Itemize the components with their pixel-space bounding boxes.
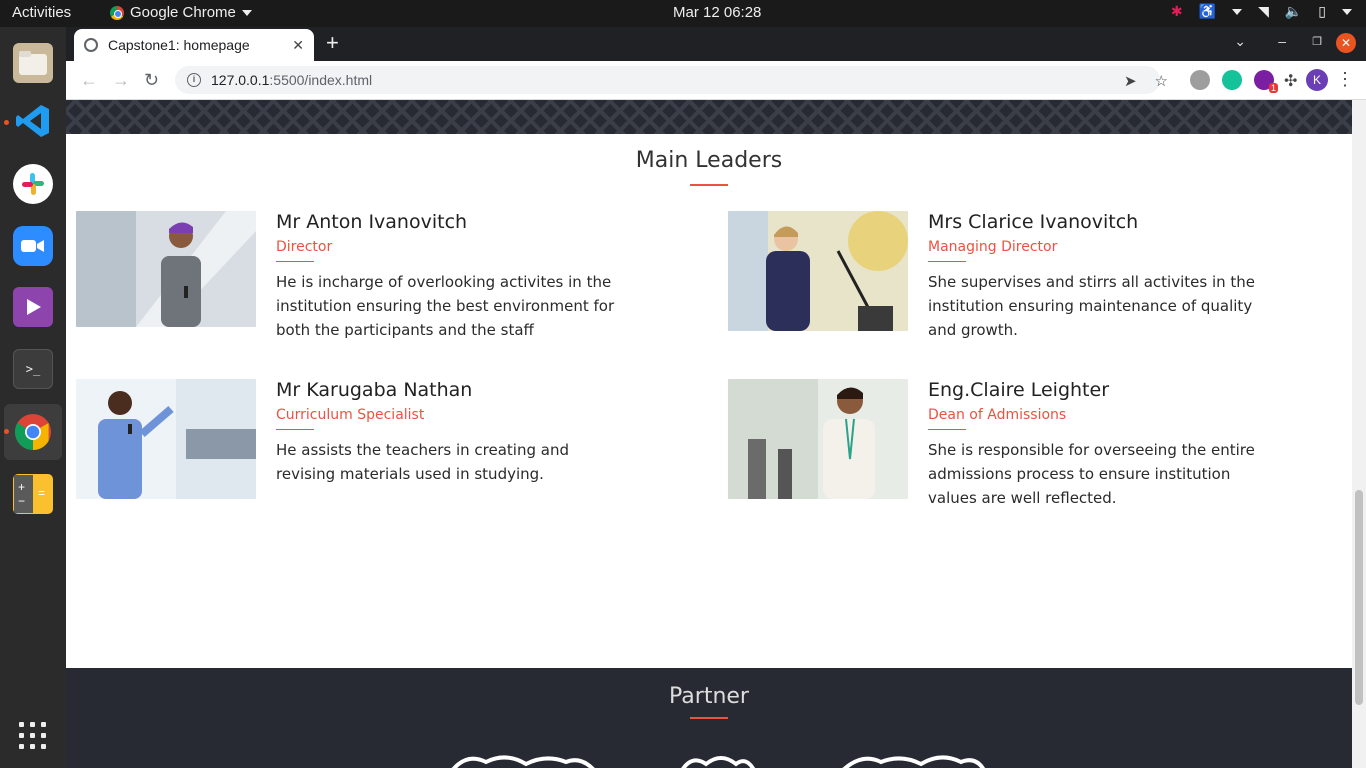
leader-role: Curriculum Specialist (276, 407, 425, 423)
chevron-down-icon[interactable] (1232, 8, 1243, 15)
chrome-icon (110, 5, 124, 20)
leader-bio: She is responsible for overseeing the en… (928, 441, 1255, 507)
app-menu[interactable]: Google Chrome (110, 4, 252, 21)
system-tray[interactable]: ✱ ♿ ◥ 🔈 ▯ (1171, 3, 1352, 20)
address-bar[interactable]: i 127.0.0.1:5500/index.html (175, 66, 1160, 94)
system-top-bar: Activities Google Chrome Mar 12 06:28 ✱ … (0, 0, 1366, 27)
leader-photo (728, 379, 908, 499)
info-icon[interactable]: i (187, 73, 201, 87)
leader-bio: He is incharge of overlooking activites … (276, 273, 615, 339)
page-scrollbar[interactable] (1352, 100, 1366, 768)
leader-name: Mrs Clarice Ivanovitch (928, 211, 1139, 233)
svg-text:−: − (18, 494, 25, 508)
accessibility-icon[interactable]: ♿ (1199, 3, 1216, 20)
tab-search-icon[interactable]: ⌄ (1234, 33, 1246, 50)
bookmark-star-icon[interactable]: ☆ (1155, 72, 1168, 90)
leader-role: Director (276, 239, 333, 255)
partner-section: Partner (66, 668, 1352, 768)
wifi-icon: ◥ (1258, 3, 1269, 19)
url-path: :5500/index.html (269, 72, 373, 88)
show-applications-icon[interactable] (19, 722, 47, 750)
title-underline (690, 184, 728, 186)
extension-gear-icon[interactable] (1190, 70, 1210, 90)
main-leaders-title: Main Leaders (635, 148, 783, 173)
slack-icon[interactable] (13, 164, 53, 204)
partner-logo (451, 755, 595, 768)
partner-title: Partner (669, 684, 749, 709)
title-underline (690, 717, 728, 719)
back-button[interactable]: ← (80, 70, 98, 91)
slack-tray-icon[interactable]: ✱ (1171, 3, 1183, 20)
leader-card: Eng.Claire Leighter Dean of Admissions S… (728, 379, 1268, 509)
dock: >_ + − = (0, 27, 66, 768)
chevron-down-icon (241, 9, 252, 16)
leader-card: Mr Karugaba Nathan Curriculum Specialist… (76, 379, 616, 509)
leader-name: Mr Anton Ivanovitch (276, 211, 468, 233)
new-tab-button[interactable]: + (326, 32, 339, 54)
leader-photo (728, 211, 908, 331)
page-viewport: Main Leaders Mr Anton Ivanovitch Directo… (66, 100, 1352, 768)
clock[interactable]: Mar 12 06:28 (673, 4, 761, 21)
partner-logos (446, 752, 986, 768)
zoom-icon[interactable] (13, 226, 53, 266)
scrollbar-thumb[interactable] (1355, 490, 1363, 705)
close-icon[interactable]: ✕ (292, 37, 304, 54)
grammarly-icon[interactable] (1222, 70, 1242, 90)
menu-kebab-icon[interactable]: ⋮ (1336, 69, 1354, 90)
battery-icon: ▯ (1318, 3, 1326, 19)
chrome-icon[interactable] (13, 412, 53, 452)
partner-logo (842, 755, 986, 768)
calculator-icon[interactable]: + − = (13, 474, 53, 514)
browser-window: Capstone1: homepage ✕ + ⌄ – ❐ ✕ ← → ↻ i … (66, 27, 1366, 768)
window-close-button[interactable]: ✕ (1336, 33, 1356, 53)
terminal-icon[interactable]: >_ (13, 349, 53, 389)
forward-button[interactable]: → (112, 70, 130, 91)
svg-text:=: = (38, 486, 45, 500)
leader-bio: He assists the teachers in creating and … (276, 441, 569, 483)
media-player-icon[interactable] (13, 287, 53, 327)
leader-role: Dean of Admissions (928, 407, 1067, 423)
maximize-button[interactable]: ❐ (1312, 35, 1322, 48)
svg-text:+: + (18, 480, 25, 494)
globe-icon (84, 38, 98, 52)
leader-name: Eng.Claire Leighter (928, 379, 1110, 401)
extension-purple-icon[interactable]: 1 (1254, 70, 1278, 93)
tab-title: Capstone1: homepage (108, 37, 250, 53)
volume-icon: 🔈 (1284, 3, 1303, 19)
leader-card: Mrs Clarice Ivanovitch Managing Director… (728, 211, 1268, 341)
leader-bio: She supervises and stirrs all activites … (928, 273, 1256, 339)
leader-card: Mr Anton Ivanovitch Director He is incha… (76, 211, 616, 341)
url-host: 127.0.0.1 (211, 72, 270, 88)
send-icon[interactable]: ➤ (1124, 72, 1137, 90)
extensions-puzzle-icon[interactable]: ✣ (1284, 71, 1304, 91)
extension-badge: 1 (1268, 83, 1278, 93)
leader-name: Mr Karugaba Nathan (276, 379, 473, 401)
running-indicator (4, 429, 9, 434)
role-underline (928, 261, 966, 262)
leader-role: Managing Director (928, 239, 1058, 255)
app-menu-label: Google Chrome (130, 4, 236, 21)
minimize-button[interactable]: – (1278, 33, 1286, 49)
files-icon[interactable] (13, 43, 53, 83)
partner-logo (681, 756, 756, 768)
leader-photo (76, 379, 256, 499)
role-underline (928, 429, 966, 430)
role-underline (276, 261, 314, 262)
tab-strip: Capstone1: homepage ✕ + ⌄ – ❐ ✕ (66, 27, 1366, 61)
reload-button[interactable]: ↻ (144, 70, 159, 91)
decorative-pattern-band (66, 100, 1352, 134)
activities-button[interactable]: Activities (12, 4, 71, 21)
running-indicator (4, 120, 9, 125)
chevron-down-icon[interactable] (1342, 8, 1352, 15)
vscode-icon[interactable] (13, 101, 53, 141)
browser-toolbar: ← → ↻ i 127.0.0.1:5500/index.html ➤ ☆ 1 … (66, 61, 1366, 100)
leader-photo (76, 211, 256, 327)
browser-tab[interactable]: Capstone1: homepage ✕ (74, 29, 314, 61)
profile-avatar[interactable]: K (1306, 69, 1328, 91)
role-underline (276, 429, 314, 430)
